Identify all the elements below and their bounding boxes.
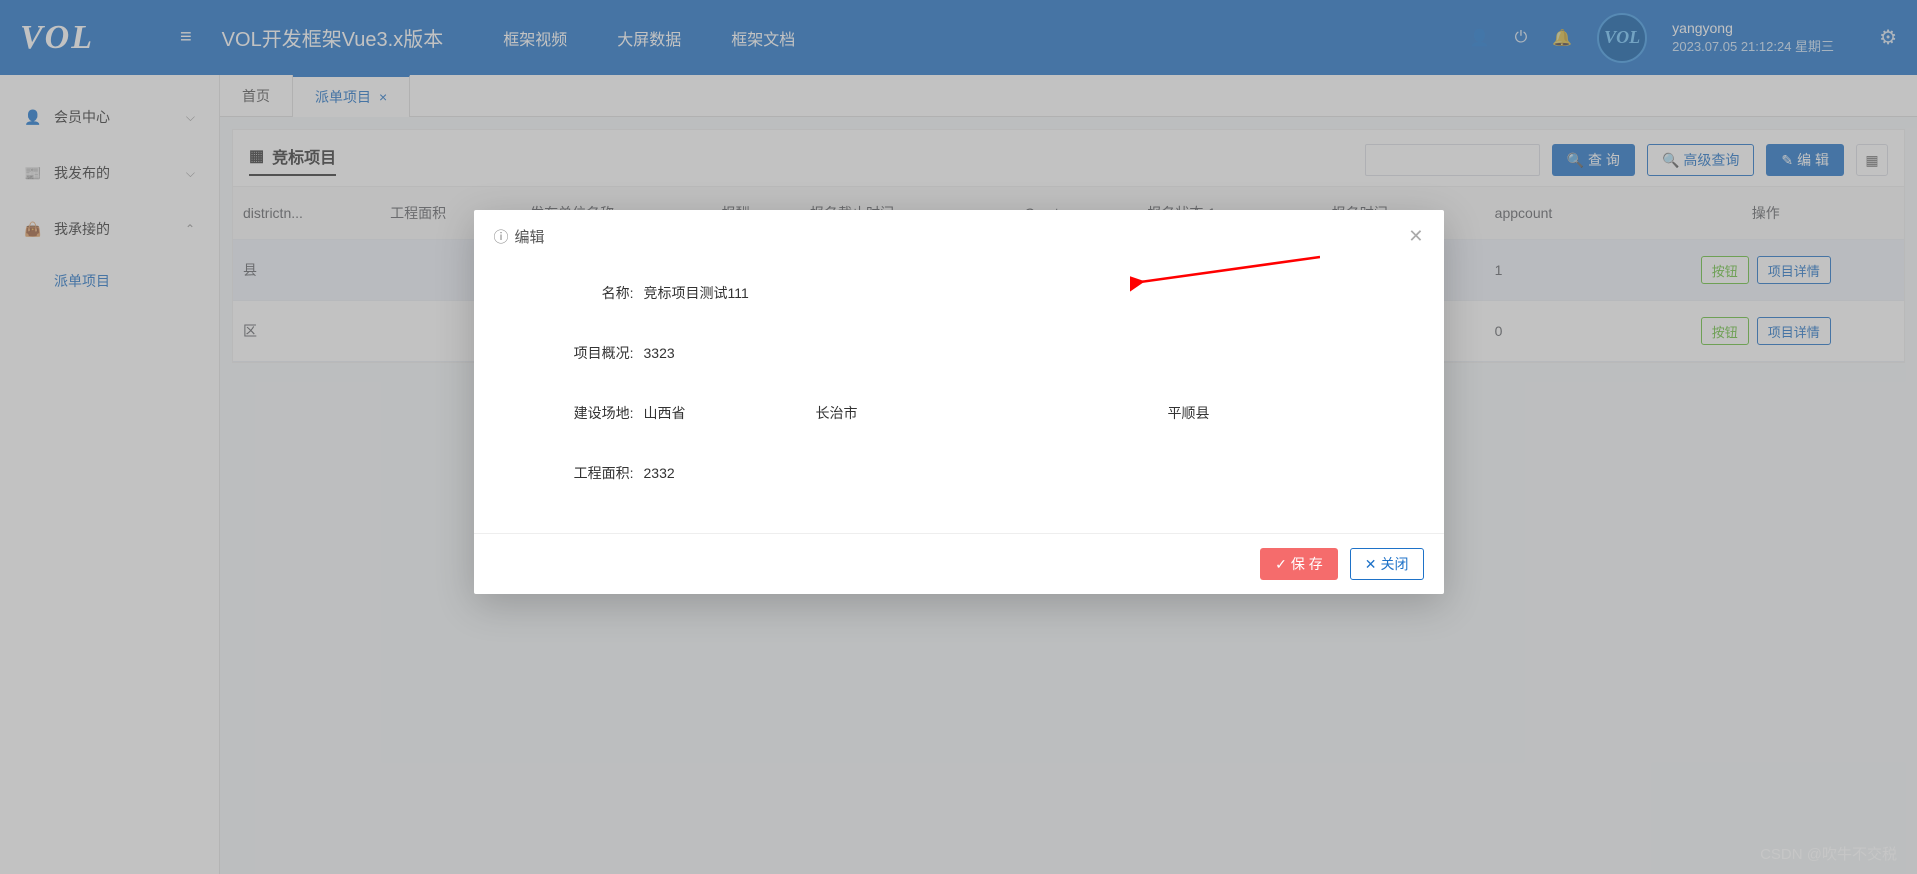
close-button[interactable]: ✕关闭 xyxy=(1350,548,1424,580)
label-location: 建设场地: xyxy=(514,403,644,423)
value-county: 平顺县 xyxy=(1168,403,1210,423)
watermark: CSDN @吹牛不交税 xyxy=(1760,843,1897,864)
info-icon: ⓘ xyxy=(494,226,509,247)
value-area: 2332 xyxy=(644,465,675,481)
check-icon: ✓ xyxy=(1275,556,1287,573)
label-overview: 项目概况: xyxy=(514,343,644,363)
save-button[interactable]: ✓保 存 xyxy=(1260,548,1338,580)
value-city: 长治市 xyxy=(816,403,858,423)
modal-title: 编辑 xyxy=(515,226,545,247)
close-icon[interactable]: ✕ xyxy=(1408,226,1423,247)
modal-overlay[interactable]: ⓘ 编辑 ✕ 名称: 竞标项目测试111 项目概况: 3323 建设场地: 山西… xyxy=(0,0,1917,874)
value-name: 竞标项目测试111 xyxy=(644,283,749,303)
value-province: 山西省 xyxy=(644,403,686,423)
label-name: 名称: xyxy=(514,283,644,303)
value-overview: 3323 xyxy=(644,345,675,361)
label-area: 工程面积: xyxy=(514,463,644,483)
edit-modal: ⓘ 编辑 ✕ 名称: 竞标项目测试111 项目概况: 3323 建设场地: 山西… xyxy=(474,210,1444,594)
close-icon: ✕ xyxy=(1365,556,1377,573)
